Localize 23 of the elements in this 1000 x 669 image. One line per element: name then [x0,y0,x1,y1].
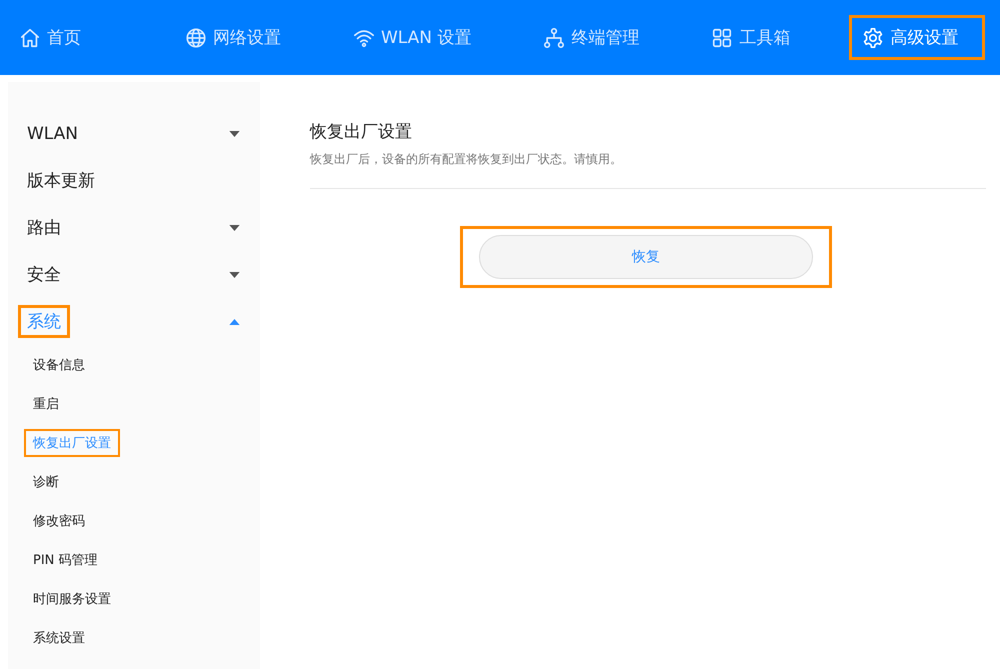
sidebar-subitem[interactable]: PIN 码管理 [24,546,107,574]
page-title: 恢复出厂设置 [310,121,413,143]
sidebar-subitem[interactable]: 设备信息 [24,350,94,378]
sidebar-subitem[interactable]: 诊断 [24,468,68,496]
caret-icon[interactable] [229,224,240,230]
grid-icon [711,26,734,48]
network-tree-icon [543,26,566,48]
caret-icon[interactable] [229,130,240,136]
globe-icon [185,26,207,48]
sidebar-item[interactable]: 路由 [18,211,70,244]
caret-icon[interactable] [229,272,240,278]
sidebar-item[interactable]: WLAN [18,118,88,148]
sidebar-subitem[interactable]: 时间服务设置 [24,584,120,612]
sidebar-subitem[interactable]: 修改密码 [24,506,94,534]
sidebar-item[interactable]: 版本更新 [18,164,104,197]
home-icon [19,26,41,48]
sidebar-item[interactable]: 安全 [18,258,70,291]
page-description: 恢复出厂后，设备的所有配置将恢复到出厂状态。请慎用。 [310,151,623,168]
caret-icon[interactable] [229,318,240,324]
sidebar-subitem[interactable]: 系统设置 [24,624,94,652]
settings-icon [862,26,884,48]
nav-tab[interactable]: 高级设置 [849,15,986,60]
sidebar-subitem[interactable]: 重启 [24,390,68,418]
